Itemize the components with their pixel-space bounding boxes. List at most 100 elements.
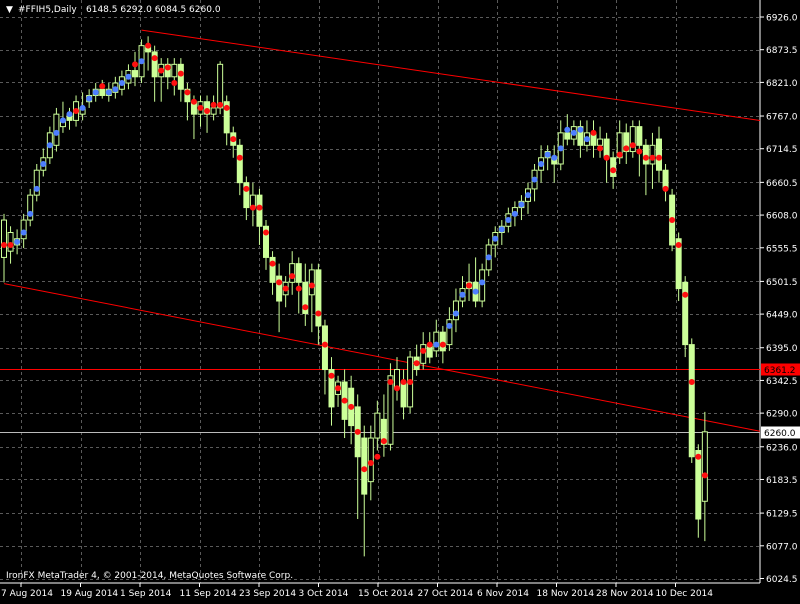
- signal-dot-up: [79, 104, 86, 111]
- signal-dot-down: [204, 108, 211, 115]
- symbol-timeframe: #FFIH5,Daily: [18, 5, 77, 15]
- signal-dot-down: [669, 217, 676, 224]
- current-price-tag: 6260.0: [761, 426, 800, 439]
- candle-body-up: [217, 63, 224, 109]
- signal-dot-down: [597, 145, 604, 152]
- price-tick-label: 6342.5: [766, 377, 798, 387]
- signal-dot-up: [112, 86, 119, 93]
- signal-dot-down: [603, 154, 610, 161]
- signal-dot-up: [40, 160, 47, 167]
- signal-dot-down: [217, 101, 224, 108]
- signal-dot-up: [14, 238, 21, 245]
- chart-background: [0, 0, 800, 600]
- candle-body-down: [295, 263, 302, 283]
- signal-dot-down: [145, 42, 152, 49]
- time-tick-label: 19 Aug 2014: [61, 589, 119, 599]
- chart-window[interactable]: 6926.0 6873.5 6821.0 6767.0 6714.5 6660.5 6608…: [0, 0, 800, 600]
- signal-dot-down: [315, 310, 322, 317]
- signal-dot-down: [354, 428, 361, 435]
- candle-body-down: [99, 88, 106, 96]
- signal-dot-down: [629, 142, 636, 149]
- price-tick-label: 6714.5: [766, 145, 798, 155]
- signal-dot-down: [263, 229, 269, 236]
- signal-dot-down: [73, 108, 80, 115]
- time-tick-label: 11 Sep 2014: [180, 589, 237, 599]
- candle-body-up: [374, 412, 381, 439]
- candle-body-down: [682, 281, 689, 346]
- price-tick-label: 6555.5: [766, 244, 798, 254]
- signal-dot-down: [407, 378, 414, 385]
- candle-body-up: [649, 144, 656, 165]
- candle-body-up: [210, 107, 217, 115]
- signal-dot-up: [485, 254, 492, 261]
- signal-dot-down: [99, 83, 106, 90]
- signal-dot-up: [20, 229, 27, 236]
- price-tick-label: 6660.5: [766, 179, 798, 189]
- signal-dot-up: [577, 126, 584, 133]
- candle-body-down: [688, 344, 695, 458]
- signal-dot-down: [295, 285, 302, 292]
- candle-body-down: [132, 70, 138, 78]
- signal-dot-up: [33, 185, 40, 192]
- candle-body-up: [1, 219, 7, 258]
- signal-dot-down: [236, 154, 243, 161]
- price-tick-label: 6821.0: [766, 79, 798, 89]
- signal-dot-up: [105, 89, 112, 96]
- signal-dot-down: [695, 453, 702, 460]
- signal-dot-down: [210, 101, 217, 108]
- signal-dot-down: [335, 385, 342, 392]
- candle-body-up: [289, 263, 296, 283]
- price-tick-label: 6129.5: [766, 510, 798, 520]
- menu-arrow-icon[interactable]: ▼: [6, 5, 13, 15]
- signal-dot-down: [164, 64, 171, 71]
- candle-body-down: [315, 269, 322, 327]
- signal-dot-up: [511, 210, 518, 217]
- signal-dot-down: [616, 151, 623, 158]
- signal-dot-up: [538, 160, 545, 167]
- signal-dot-down: [184, 89, 191, 96]
- candle-body-up: [7, 232, 14, 252]
- signal-dot-down: [197, 104, 204, 111]
- candle-body-up: [420, 344, 427, 364]
- signal-dot-down: [400, 378, 407, 385]
- time-tick-label: 23 Sep 2014: [239, 589, 296, 599]
- signal-dot-down: [230, 136, 237, 143]
- signal-dot-down: [1, 241, 7, 248]
- signal-dot-up: [472, 288, 479, 295]
- signal-dot-up: [531, 176, 538, 183]
- signal-dot-down: [387, 378, 394, 385]
- price-tick-label: 6077.0: [766, 542, 798, 552]
- current-price-label: 6260.0: [764, 429, 796, 439]
- candle: [53, 107, 60, 152]
- signal-dot-down: [223, 104, 230, 111]
- signal-dot-down: [361, 466, 368, 473]
- time-tick-label: 7 Aug 2014: [1, 589, 53, 599]
- candle-body-up: [433, 331, 440, 352]
- candle-body-down: [695, 450, 702, 520]
- signal-dot-down: [190, 98, 197, 105]
- candle-body-down: [642, 144, 649, 165]
- price-tick-label: 6290.0: [766, 410, 798, 420]
- time-tick-label: 3 Oct 2014: [299, 589, 349, 599]
- copyright-text: IronFX MetaTrader 4, © 2001-2014, MetaQu…: [6, 571, 293, 581]
- candle-body-down: [564, 132, 571, 140]
- signal-dot-down: [249, 204, 256, 211]
- signal-dot-up: [498, 226, 505, 233]
- signal-dot-down: [649, 154, 656, 161]
- signal-dot-up: [66, 111, 73, 118]
- time-tick-label: 28 Nov 2014: [596, 589, 654, 599]
- signal-dot-up: [446, 322, 453, 329]
- candle-body-up: [701, 431, 708, 502]
- price-chart[interactable]: 6926.0 6873.5 6821.0 6767.0 6714.5 6660.5 6608…: [0, 0, 800, 600]
- signal-dot-up: [118, 80, 125, 87]
- signal-dot-down: [289, 273, 296, 280]
- price-tick-label: 6236.0: [766, 443, 798, 453]
- signal-dot-up: [564, 126, 571, 133]
- candle-body-down: [400, 381, 407, 408]
- signal-dot-up: [433, 341, 440, 348]
- signal-dot-down: [308, 282, 315, 289]
- signal-dot-up: [479, 279, 486, 286]
- signal-dot-up: [551, 154, 558, 161]
- candle-body-down: [236, 144, 243, 184]
- signal-dot-down: [171, 80, 178, 87]
